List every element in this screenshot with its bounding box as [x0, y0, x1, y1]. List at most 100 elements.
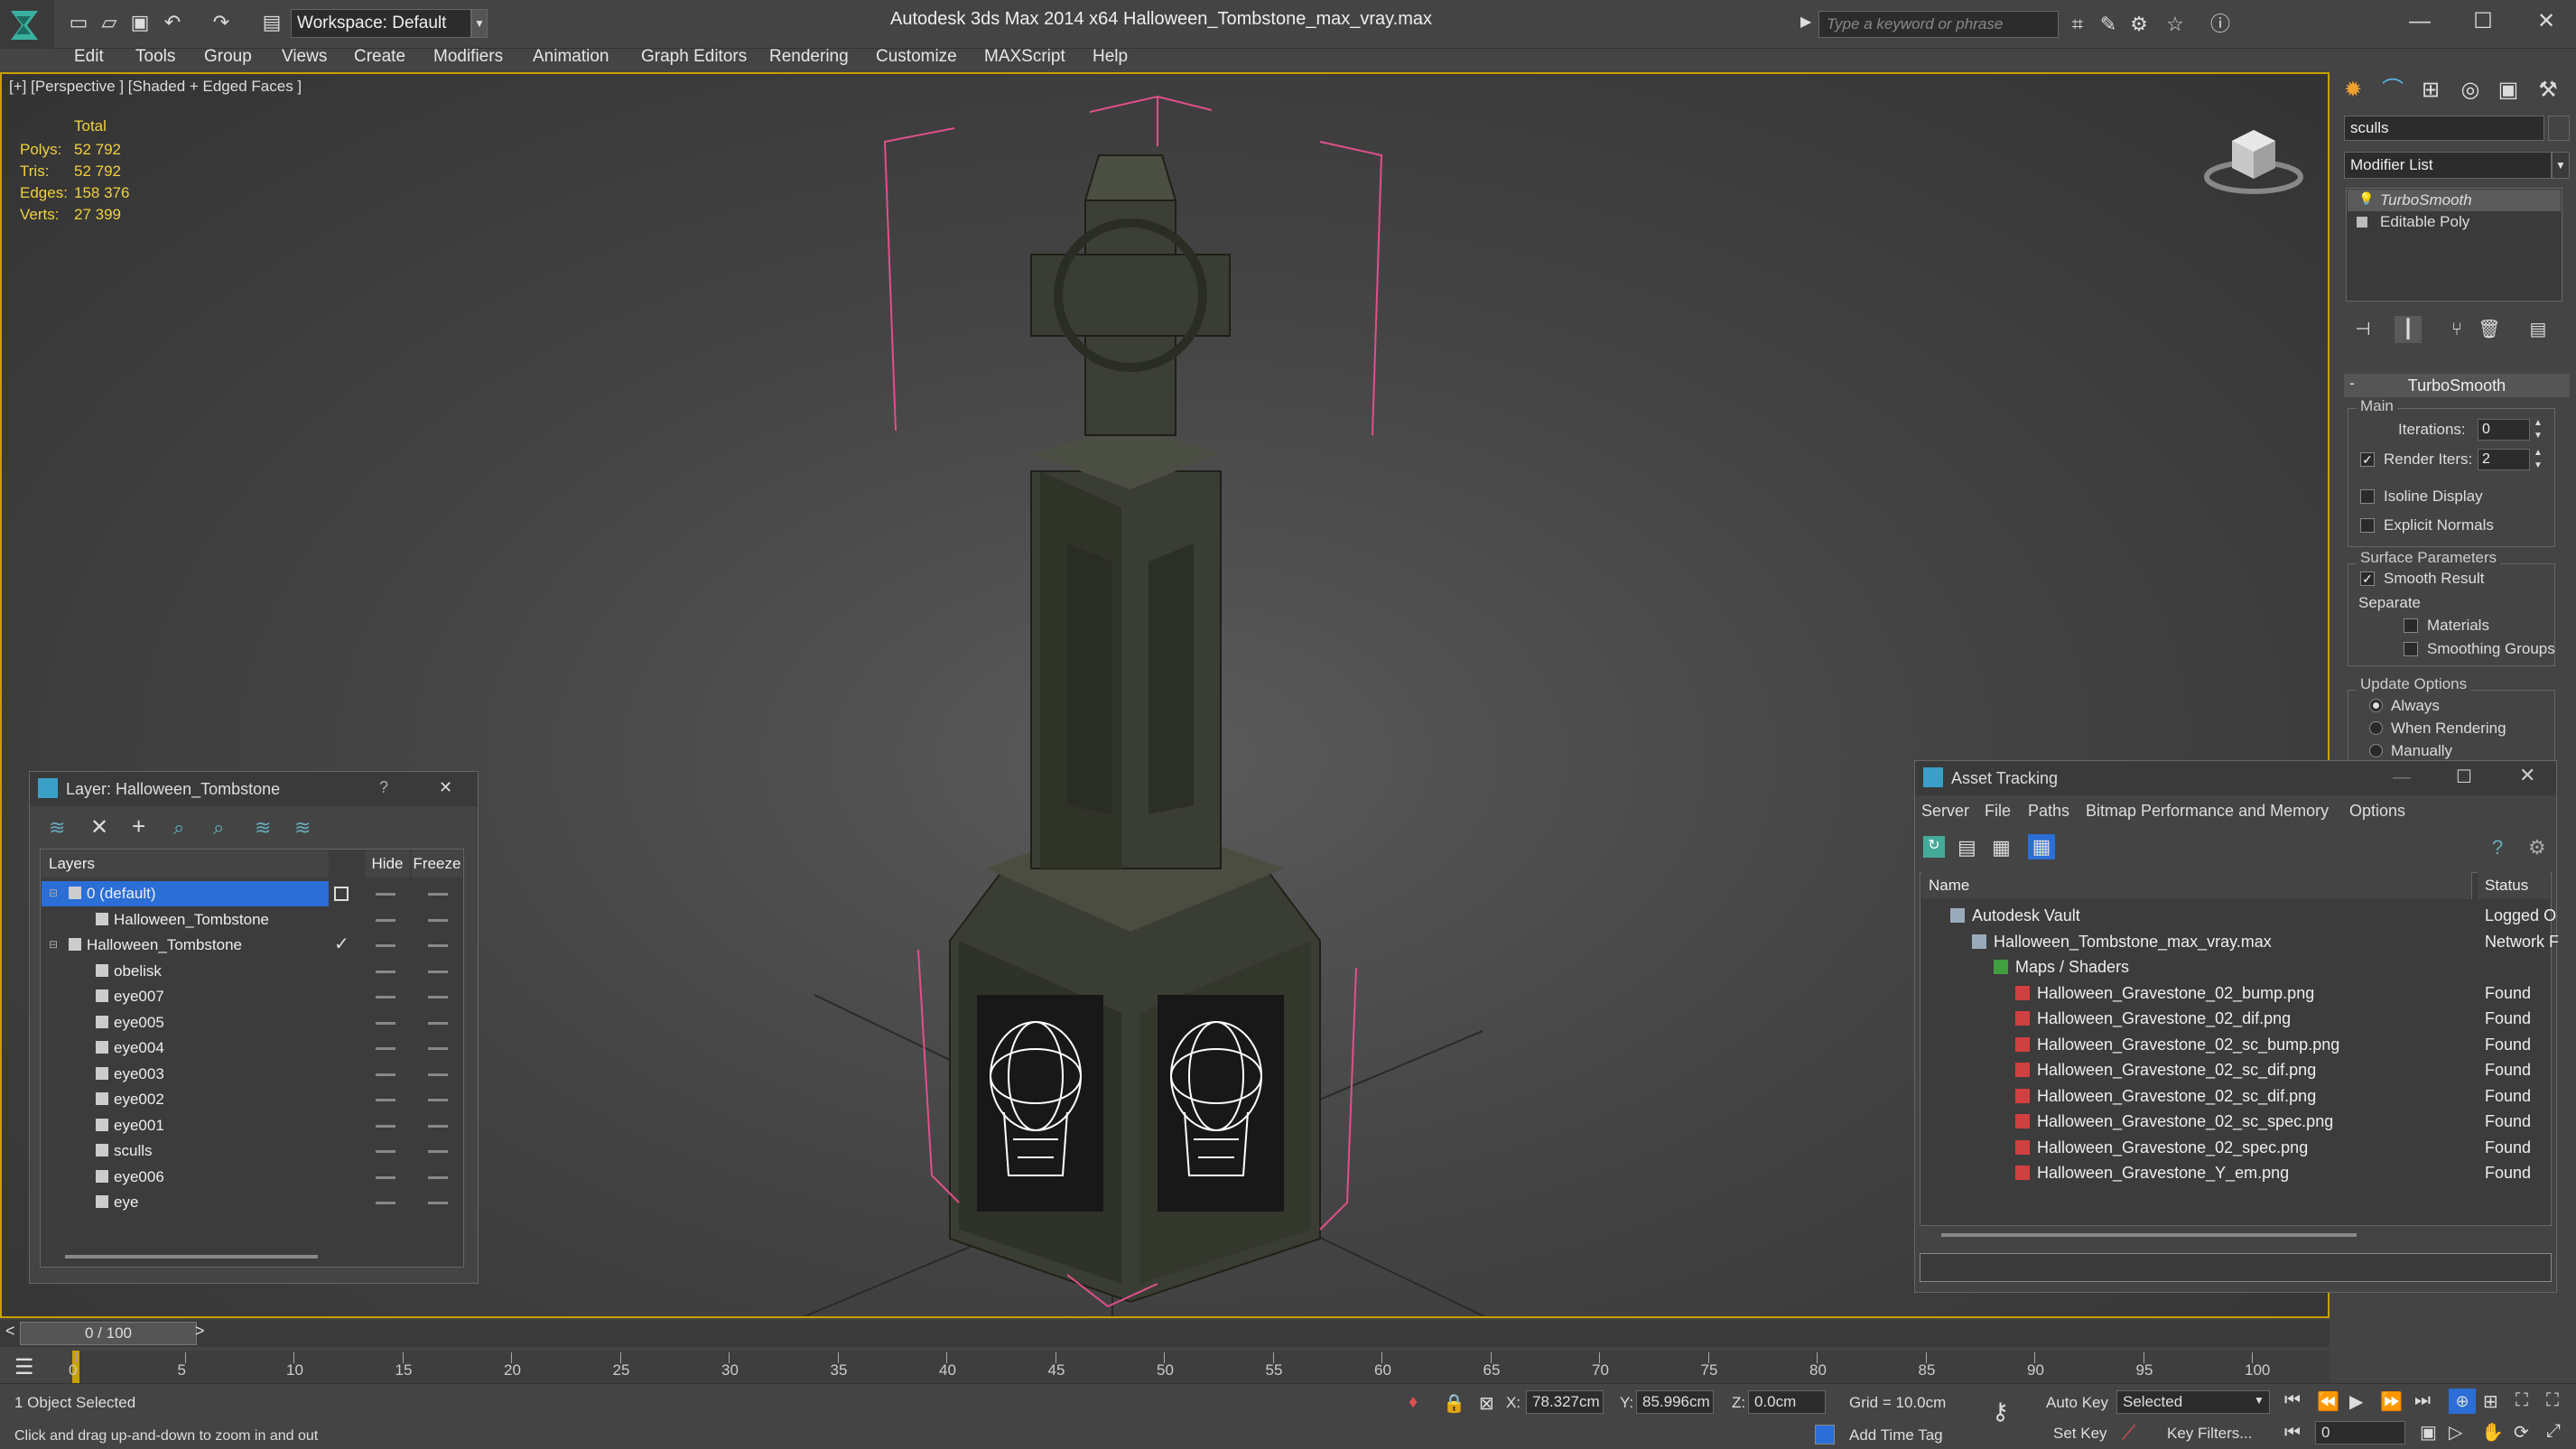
lightbulb-icon[interactable]: 💡 — [2358, 191, 2374, 207]
zoom-all-icon[interactable]: ⊞ — [2483, 1390, 2498, 1413]
asset-row[interactable]: Halloween_Gravestone_02_sc_spec.png — [2037, 1109, 2333, 1134]
redo-icon[interactable]: ↷ — [208, 9, 235, 36]
freeze-toggle[interactable] — [428, 1175, 448, 1179]
set-key-button[interactable]: Set Key — [2053, 1425, 2107, 1443]
layer-row[interactable]: Halloween_Tombstone — [114, 907, 269, 933]
select-objects-icon[interactable]: ⌕ — [173, 816, 184, 840]
asset-scrollbar[interactable] — [1941, 1233, 2357, 1237]
iterations-spinner[interactable]: 0 — [2478, 419, 2530, 441]
layer-row[interactable]: eye002 — [114, 1087, 164, 1112]
close-icon[interactable]: ✕ — [2519, 5, 2573, 38]
when-rendering-radio[interactable] — [2369, 721, 2383, 735]
next-frame-icon[interactable]: > — [195, 1322, 205, 1341]
key-mode-icon[interactable]: ⟋ — [2122, 1421, 2135, 1444]
communication-icon[interactable]: ⚙ — [2125, 11, 2153, 38]
asset-row[interactable]: Halloween_Gravestone_02_sc_dif.png — [2037, 1083, 2316, 1109]
previous-frame-icon[interactable]: < — [5, 1322, 15, 1341]
time-tag-icon[interactable] — [1815, 1425, 1835, 1444]
hide-all-icon[interactable]: ≋ — [255, 816, 271, 840]
freeze-toggle[interactable] — [428, 918, 448, 922]
menu-help[interactable]: Help — [1093, 47, 1128, 67]
menu-maxscript[interactable]: MAXScript — [984, 47, 1065, 67]
col-freeze[interactable]: Freeze — [412, 850, 462, 878]
layer-row[interactable]: eye004 — [114, 1036, 164, 1061]
asset-row[interactable]: Halloween_Gravestone_02_spec.png — [2037, 1135, 2308, 1160]
maximize-viewport-icon[interactable]: ⤢ — [2546, 1421, 2561, 1442]
layer-row[interactable]: eye — [114, 1190, 138, 1215]
viewport-label[interactable]: [+] [Perspective ] [Shaded + Edged Faces… — [9, 78, 302, 96]
menu-rendering[interactable]: Rendering — [769, 47, 849, 67]
go-to-start-icon[interactable]: ⏮ — [2284, 1390, 2301, 1411]
freeze-toggle[interactable] — [428, 970, 448, 973]
project-folder-icon[interactable]: ▤ — [258, 9, 285, 36]
z-coordinate-field[interactable]: 0.0cm — [1748, 1390, 1826, 1414]
menu-modifiers[interactable]: Modifiers — [433, 47, 503, 67]
search-input[interactable]: Type a keyword or phrase — [1818, 11, 2059, 38]
menu-file[interactable]: File — [1985, 802, 2011, 821]
make-unique-icon[interactable]: ⑂ — [2443, 316, 2470, 343]
viewcube-icon[interactable] — [2199, 117, 2308, 199]
subscription-icon[interactable]: ✎ — [2095, 11, 2122, 38]
freeze-toggle[interactable] — [428, 1073, 448, 1076]
hide-toggle[interactable] — [376, 1202, 395, 1204]
play-arrow-icon[interactable]: ▶ — [1800, 13, 1811, 31]
collapse-icon[interactable]: - — [2349, 374, 2355, 393]
freeze-toggle[interactable] — [428, 1150, 448, 1153]
turbosmooth-rollout-header[interactable]: TurboSmooth — [2344, 374, 2570, 397]
next-key-icon[interactable]: ⏩ — [2380, 1390, 2403, 1413]
chevron-down-icon[interactable]: ▼ — [2254, 1394, 2264, 1407]
asset-row[interactable]: Halloween_Gravestone_02_bump.png — [2037, 980, 2314, 1006]
col-status[interactable]: Status — [2478, 872, 2550, 899]
refresh-icon[interactable]: ↻ — [1923, 836, 1945, 858]
hide-toggle[interactable] — [376, 893, 395, 896]
y-coordinate-field[interactable]: 85.996cm — [1636, 1390, 1714, 1414]
app-logo[interactable] — [0, 0, 54, 49]
spinner-arrows-icon[interactable]: ▲ ▼ — [2534, 417, 2543, 442]
layer-row[interactable]: eye005 — [114, 1010, 164, 1036]
smoothing-groups-checkbox[interactable] — [2404, 642, 2418, 656]
hide-toggle[interactable] — [376, 1175, 395, 1179]
zoom-icon[interactable]: ⊕ — [2449, 1389, 2476, 1414]
maximize-icon[interactable]: ☐ — [2456, 766, 2472, 788]
close-button[interactable]: ✕ — [439, 778, 452, 797]
key-filters-button[interactable]: Key Filters... — [2167, 1425, 2252, 1443]
always-radio[interactable] — [2369, 699, 2383, 712]
freeze-toggle[interactable] — [428, 1202, 448, 1204]
undo-icon[interactable]: ↶ — [159, 9, 186, 36]
pan-icon[interactable]: ✋ — [2481, 1421, 2504, 1444]
layer-row[interactable]: eye007 — [114, 984, 164, 1009]
key-mode-toggle-icon[interactable]: ⏮ — [2284, 1423, 2301, 1444]
menu-animation[interactable]: Animation — [533, 47, 609, 67]
menu-options[interactable]: Options — [2349, 802, 2405, 821]
menu-customize[interactable]: Customize — [876, 47, 957, 67]
delete-layer-icon[interactable]: ✕ — [90, 814, 108, 841]
add-to-layer-icon[interactable]: + — [132, 813, 145, 841]
layer-row[interactable]: eye006 — [114, 1165, 164, 1190]
binoculars-icon[interactable]: ⌗ — [2064, 11, 2091, 38]
minimize-icon[interactable]: — — [2393, 5, 2447, 38]
create-layer-icon[interactable]: ≋ — [49, 816, 65, 840]
time-slider-track[interactable] — [0, 1320, 2330, 1347]
stack-item-turbosmooth[interactable]: TurboSmooth — [2348, 190, 2561, 211]
hide-toggle[interactable] — [376, 1150, 395, 1153]
add-time-tag[interactable]: Add Time Tag — [1849, 1426, 1943, 1444]
play-icon[interactable]: ▶ — [2349, 1390, 2363, 1413]
hide-toggle[interactable] — [376, 944, 395, 947]
render-iters-checkbox[interactable]: ✓ — [2360, 452, 2375, 467]
hide-toggle[interactable] — [376, 918, 395, 922]
hide-toggle[interactable] — [376, 1124, 395, 1128]
asset-row[interactable]: Halloween_Gravestone_02_dif.png — [2037, 1006, 2291, 1031]
track-bar-icon[interactable]: ☰ — [14, 1354, 34, 1380]
help-icon[interactable]: ⓘ — [2207, 11, 2234, 38]
manually-radio[interactable] — [2369, 744, 2383, 757]
field-of-view-icon[interactable]: ▷ — [2449, 1421, 2462, 1444]
current-layer-box[interactable] — [334, 887, 349, 901]
isoline-display-checkbox[interactable] — [2360, 489, 2375, 504]
asset-path-field[interactable] — [1920, 1253, 2552, 1282]
freeze-toggle[interactable] — [428, 1021, 448, 1025]
menu-views[interactable]: Views — [282, 47, 327, 67]
current-frame-field[interactable]: 0 — [2315, 1421, 2405, 1444]
pin-stack-icon[interactable]: ⊣ — [2349, 316, 2376, 343]
col-hide[interactable]: Hide — [365, 850, 410, 878]
x-coordinate-field[interactable]: 78.327cm — [1526, 1390, 1604, 1414]
